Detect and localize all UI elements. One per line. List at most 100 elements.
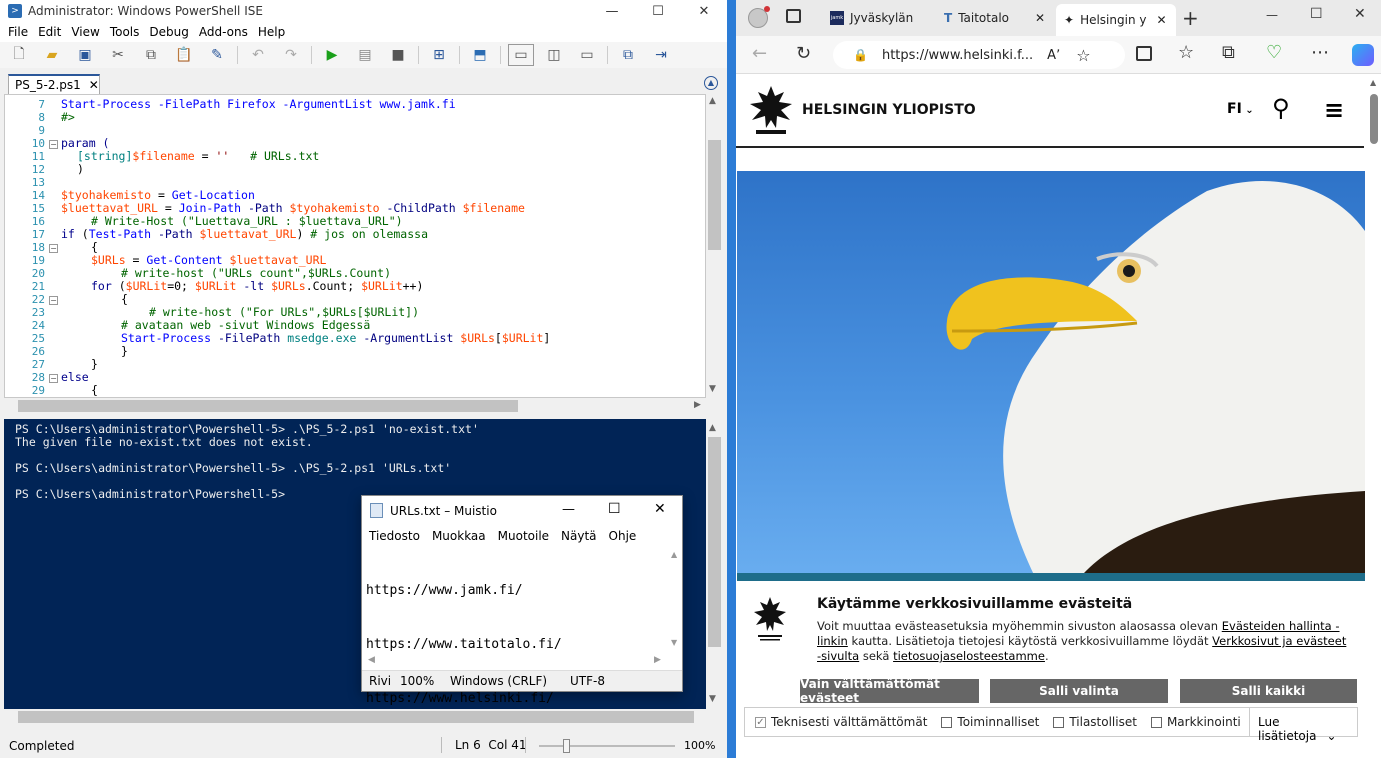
helsinki-university-logo-icon[interactable] — [746, 84, 796, 136]
new-tab-icon[interactable]: + — [1182, 6, 1199, 30]
scroll-down-icon[interactable]: ▼ — [671, 638, 677, 647]
menu-view[interactable]: View — [71, 25, 99, 39]
window-divider[interactable] — [727, 0, 736, 758]
notepad-horizontal-scrollbar[interactable]: ◀ ▶ — [364, 654, 668, 668]
minimize-button[interactable]: — — [589, 0, 635, 22]
scroll-up-icon[interactable]: ▲ — [1370, 78, 1376, 87]
stop-icon[interactable]: ■ — [385, 44, 411, 66]
scroll-up-icon[interactable]: ▲ — [709, 96, 716, 106]
collections-icon[interactable]: ⧉ — [1222, 42, 1235, 63]
scroll-up-icon[interactable]: ▲ — [671, 550, 677, 559]
refresh-icon[interactable]: ↻ — [796, 43, 811, 64]
allow-selection-button[interactable]: Salli valinta — [990, 679, 1168, 703]
close-tab-icon[interactable]: ✕ — [1156, 13, 1166, 27]
favorite-star-icon[interactable]: ☆ — [1076, 46, 1090, 65]
menu-ohje[interactable]: Ohje — [609, 529, 637, 543]
tab-helsinki[interactable]: ✦ Helsingin y ✕ — [1056, 4, 1176, 36]
layout-top-icon[interactable]: ▭ — [508, 44, 534, 66]
read-aloud-icon[interactable]: Aʼ — [1047, 48, 1060, 63]
menu-nayta[interactable]: Näytä — [561, 529, 597, 543]
collapse-script-pane-icon[interactable]: ▲ — [704, 76, 718, 90]
checkbox-functional[interactable]: Toiminnalliset — [941, 715, 1039, 729]
run-icon[interactable]: ▶ — [319, 44, 345, 66]
necessary-only-button[interactable]: Vain välttämättömät evästeet — [800, 677, 979, 705]
hamburger-menu-icon[interactable]: ≡ — [1324, 96, 1344, 124]
menu-addons[interactable]: Add-ons — [199, 25, 248, 39]
more-options-icon[interactable]: ⋯ — [1311, 42, 1329, 63]
scroll-thumb[interactable] — [708, 437, 721, 647]
fold-toggle-icon[interactable]: − — [49, 296, 58, 305]
privacy-policy-link[interactable]: tietosuojaselosteestamme — [893, 649, 1045, 663]
favorites-icon[interactable]: ☆ — [1178, 42, 1194, 63]
save-icon[interactable]: ▣ — [72, 44, 98, 66]
layout-max-icon[interactable]: ▭ — [574, 44, 600, 66]
close-button[interactable]: ✕ — [654, 501, 666, 517]
notepad-vertical-scrollbar[interactable]: ▲ ▼ — [668, 546, 682, 654]
menu-file[interactable]: File — [8, 25, 28, 39]
language-selector[interactable]: FI ⌄ — [1227, 101, 1254, 117]
zoom-slider[interactable] — [539, 739, 675, 753]
menu-muotoile[interactable]: Muotoile — [498, 529, 549, 543]
menu-debug[interactable]: Debug — [149, 25, 188, 39]
menu-muokkaa[interactable]: Muokkaa — [432, 529, 486, 543]
allow-all-button[interactable]: Salli kaikki — [1180, 679, 1357, 703]
layout-right-icon[interactable]: ◫ — [541, 44, 567, 66]
menu-help[interactable]: Help — [258, 25, 285, 39]
scroll-thumb[interactable] — [18, 400, 518, 412]
scroll-thumb[interactable] — [708, 140, 721, 250]
scroll-down-icon[interactable]: ▼ — [709, 384, 716, 394]
checkbox-technical[interactable]: ✓ Teknisesti välttämättömät — [755, 715, 927, 729]
console-vertical-scrollbar[interactable]: ▲ ▼ — [706, 419, 723, 709]
scroll-thumb[interactable] — [1370, 94, 1378, 144]
minimize-button[interactable]: — — [562, 502, 575, 517]
tab-ps-5-2[interactable]: PS_5-2.ps1 ✕ — [8, 74, 100, 94]
tab-taitotalo[interactable]: T Taitotalo ✕ — [936, 4, 1054, 32]
copy-icon[interactable]: ⧉ — [138, 44, 164, 66]
cut-icon[interactable]: ✂ — [105, 44, 131, 66]
open-folder-icon[interactable]: ▰ — [39, 44, 65, 66]
clear-icon[interactable]: ✎ — [204, 44, 230, 66]
url-field[interactable]: 🔒 https://www.helsinki.f... Aʼ ☆ — [833, 41, 1125, 69]
close-button[interactable]: ✕ — [1354, 6, 1366, 22]
undo-icon[interactable]: ↶ — [245, 44, 271, 66]
maximize-button[interactable]: ☐ — [608, 501, 621, 517]
scroll-down-icon[interactable]: ▼ — [709, 694, 716, 704]
scroll-up-icon[interactable]: ▲ — [709, 423, 716, 433]
scroll-right-icon[interactable]: ▶ — [654, 655, 661, 665]
checkbox-marketing[interactable]: Markkinointi — [1150, 715, 1241, 729]
minimize-button[interactable]: — — [1266, 8, 1278, 22]
fold-toggle-icon[interactable]: − — [49, 374, 58, 383]
scroll-right-icon[interactable]: ▶ — [694, 400, 701, 410]
extensions-icon[interactable]: ♡ — [1266, 42, 1282, 63]
close-button[interactable]: ✕ — [681, 0, 727, 22]
powershell-console-icon[interactable]: ⬒ — [467, 44, 493, 66]
read-more-toggle[interactable]: Lue lisätietoja ⌄ — [1258, 715, 1357, 743]
maximize-button[interactable]: ☐ — [635, 0, 681, 22]
editor-horizontal-scrollbar[interactable]: ▶ — [4, 398, 706, 414]
scroll-left-icon[interactable]: ◀ — [368, 655, 375, 665]
menu-tools[interactable]: Tools — [110, 25, 140, 39]
fold-toggle-icon[interactable]: − — [49, 140, 58, 149]
split-screen-icon[interactable] — [1136, 46, 1152, 61]
tab-actions-icon[interactable] — [786, 9, 801, 23]
script-editor[interactable]: 7 8 9 10 11 12 13 14 15 16 17 18 19 20 2… — [4, 94, 706, 398]
search-icon[interactable]: ⚲ — [1272, 94, 1290, 122]
show-commands-icon[interactable]: ⧉ — [615, 44, 641, 66]
maximize-button[interactable]: ☐ — [1310, 6, 1323, 22]
new-file-icon[interactable]: 🗋 — [6, 44, 32, 66]
close-tab-icon[interactable]: ✕ — [1035, 11, 1045, 25]
tab-jyvaskyla[interactable]: jamk Jyväskylän — [822, 4, 934, 32]
command-addon-icon[interactable]: ⇥ — [648, 44, 674, 66]
editor-vertical-scrollbar[interactable]: ▲ ▼ — [706, 94, 723, 398]
redo-icon[interactable]: ↷ — [278, 44, 304, 66]
back-icon[interactable]: ← — [752, 43, 767, 64]
menu-edit[interactable]: Edit — [38, 25, 61, 39]
copilot-icon[interactable] — [1352, 44, 1374, 66]
notepad-text-area[interactable]: https://www.jamk.fi/ https://www.taitota… — [364, 546, 668, 706]
remote-icon[interactable]: ⊞ — [426, 44, 452, 66]
run-selection-icon[interactable]: ▤ — [352, 44, 378, 66]
close-tab-icon[interactable]: ✕ — [89, 78, 99, 92]
menu-tiedosto[interactable]: Tiedosto — [369, 529, 420, 543]
checkbox-statistics[interactable]: Tilastolliset — [1053, 715, 1137, 729]
site-name[interactable]: HELSINGIN YLIOPISTO — [802, 102, 976, 118]
